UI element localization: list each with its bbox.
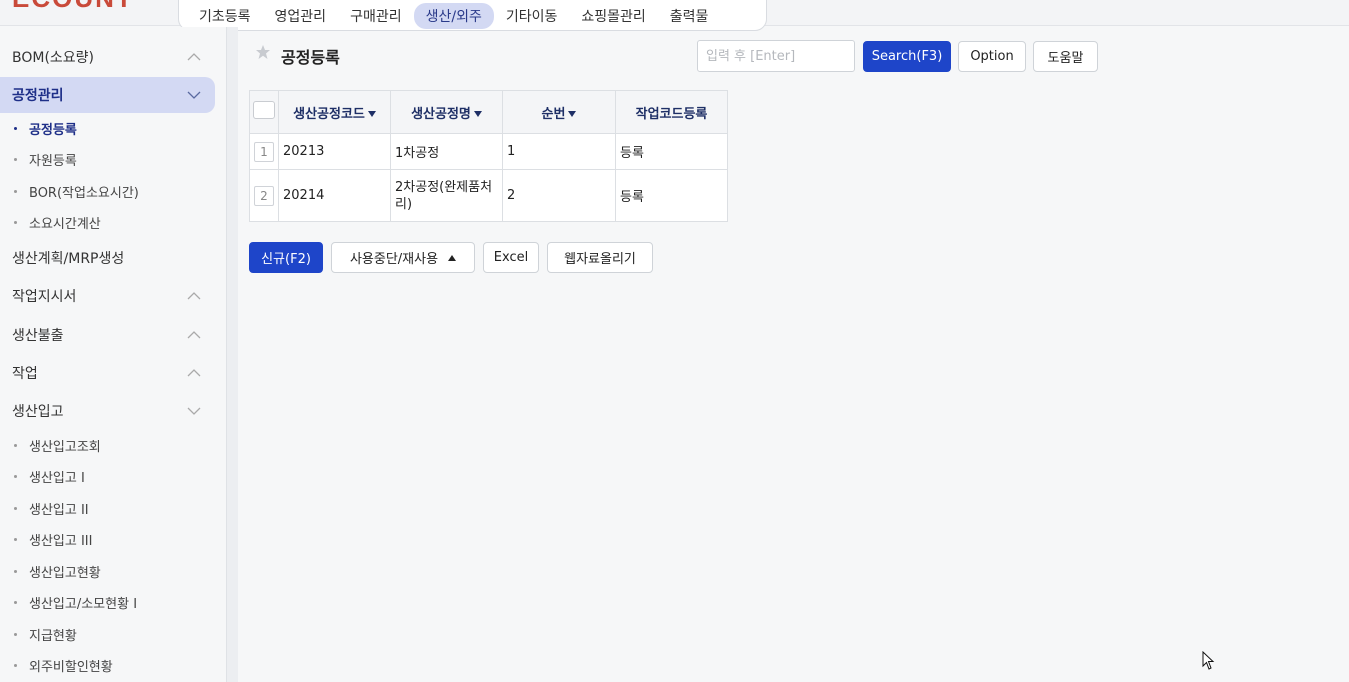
process-table: 생산공정코드 생산공정명 순번 작업코드등록 1 20213 1차공정 1 등록… [249,90,728,222]
chevron-down-icon [187,91,201,99]
web-upload-button[interactable]: 웹자료올리기 [547,242,653,273]
cell-name[interactable]: 1차공정 [390,133,503,170]
chevron-up-icon [187,53,201,61]
sidebar-item-process-register[interactable]: 공정등록 [14,116,77,140]
chevron-up-icon [187,292,201,300]
sidebar-item-receipt-1[interactable]: 생산입고 I [14,464,85,488]
top-menu-item-purchase[interactable]: 구매관리 [338,3,414,29]
column-header-code[interactable]: 생산공정코드 [278,90,391,134]
table-row: 1 20213 1차공정 1 등록 [249,133,728,170]
sidebar: BOM(소요량) 공정관리 공정등록 자원등록 BOR(작업소요시간) 소요시간… [0,27,226,682]
select-all-cell [249,90,279,134]
sidebar-group-production-receipt[interactable]: 생산입고 [0,393,215,429]
sidebar-item-bor[interactable]: BOR(작업소요시간) [14,179,139,203]
table-row: 2 20214 2차공정(완제품처리) 2 등록 [249,169,728,222]
sidebar-item-receipt-2[interactable]: 생산입고 II [14,496,89,520]
sidebar-group-mrp[interactable]: 생산계획/MRP생성 [0,240,215,276]
cell-name[interactable]: 2차공정(완제품처리) [390,169,503,222]
sidebar-group-production-issue[interactable]: 생산불출 [0,317,215,353]
sort-down-icon [367,111,376,117]
top-menu-item-basic[interactable]: 기초등록 [187,3,263,29]
column-header-action: 작업코드등록 [615,90,728,134]
cell-code[interactable]: 20213 [278,133,391,170]
sort-down-icon [473,111,482,117]
row-number[interactable]: 2 [254,185,274,206]
top-menu-item-shopping-mall[interactable]: 쇼핑몰관리 [569,3,657,29]
cell-code[interactable]: 20214 [278,169,391,222]
chevron-up-icon [187,331,201,339]
option-button[interactable]: Option [958,41,1026,72]
sidebar-scrollbar[interactable] [226,27,238,682]
triangle-up-icon [448,254,457,261]
row-number[interactable]: 1 [254,141,274,162]
cell-register-link[interactable]: 등록 [615,169,728,222]
sidebar-item-outsourcing-discount[interactable]: 외주비할인현황 [14,653,113,677]
top-menu-item-printouts[interactable]: 출력물 [658,3,721,29]
search-input[interactable] [697,40,855,72]
cell-seq: 2 [502,169,616,222]
mouse-cursor-icon [1202,651,1215,670]
cell-seq: 1 [502,133,616,170]
chevron-down-icon [187,407,201,415]
toggle-use-button[interactable]: 사용중단/재사용 [331,242,475,273]
column-header-name[interactable]: 생산공정명 [390,90,503,134]
top-menu-item-production[interactable]: 생산/외주 [413,2,494,29]
chevron-up-icon [187,369,201,377]
sidebar-group-process[interactable]: 공정관리 [0,77,215,113]
top-menu-item-sales[interactable]: 영업관리 [263,3,339,29]
search-button[interactable]: Search(F3) [863,41,951,72]
sidebar-group-label: BOM(소요량) [12,50,95,66]
sidebar-item-receipt-3[interactable]: 생산입고 III [14,527,92,551]
sidebar-item-receipt-status[interactable]: 생산입고현황 [14,559,101,583]
excel-button[interactable]: Excel [483,242,539,273]
select-all-checkbox[interactable] [253,101,275,119]
cell-register-link[interactable]: 등록 [615,133,728,170]
sidebar-group-work-order[interactable]: 작업지시서 [0,278,215,314]
sidebar-item-receipt-inquiry[interactable]: 생산입고조회 [14,433,101,457]
sidebar-item-time-calc[interactable]: 소요시간계산 [14,210,101,234]
new-button[interactable]: 신규(F2) [249,242,323,273]
page-title: 공정등록 [281,48,340,67]
sort-down-icon [568,111,577,117]
top-bar: ECOUNT 기초등록 영업관리 구매관리 생산/외주 기타이동 쇼핑몰관리 출… [0,0,1349,31]
help-button[interactable]: 도움말 [1033,41,1098,72]
ecount-logo[interactable]: ECOUNT [12,0,132,8]
top-menu-item-other-transfer[interactable]: 기타이동 [494,3,570,29]
main-content: 공정등록 Search(F3) Option 도움말 생산공정코드 생산공정명 … [238,27,1349,682]
star-icon[interactable] [255,44,271,60]
sidebar-group-work[interactable]: 작업 [0,355,215,391]
column-header-seq[interactable]: 순번 [502,90,616,134]
sidebar-item-payment-status[interactable]: 지급현황 [14,622,77,646]
sidebar-item-resource-register[interactable]: 자원등록 [14,147,77,171]
sidebar-item-receipt-consumption[interactable]: 생산입고/소모현황 I [14,590,137,614]
sidebar-group-bom[interactable]: BOM(소요량) [0,39,215,75]
sidebar-group-label: 공정관리 [12,88,64,104]
